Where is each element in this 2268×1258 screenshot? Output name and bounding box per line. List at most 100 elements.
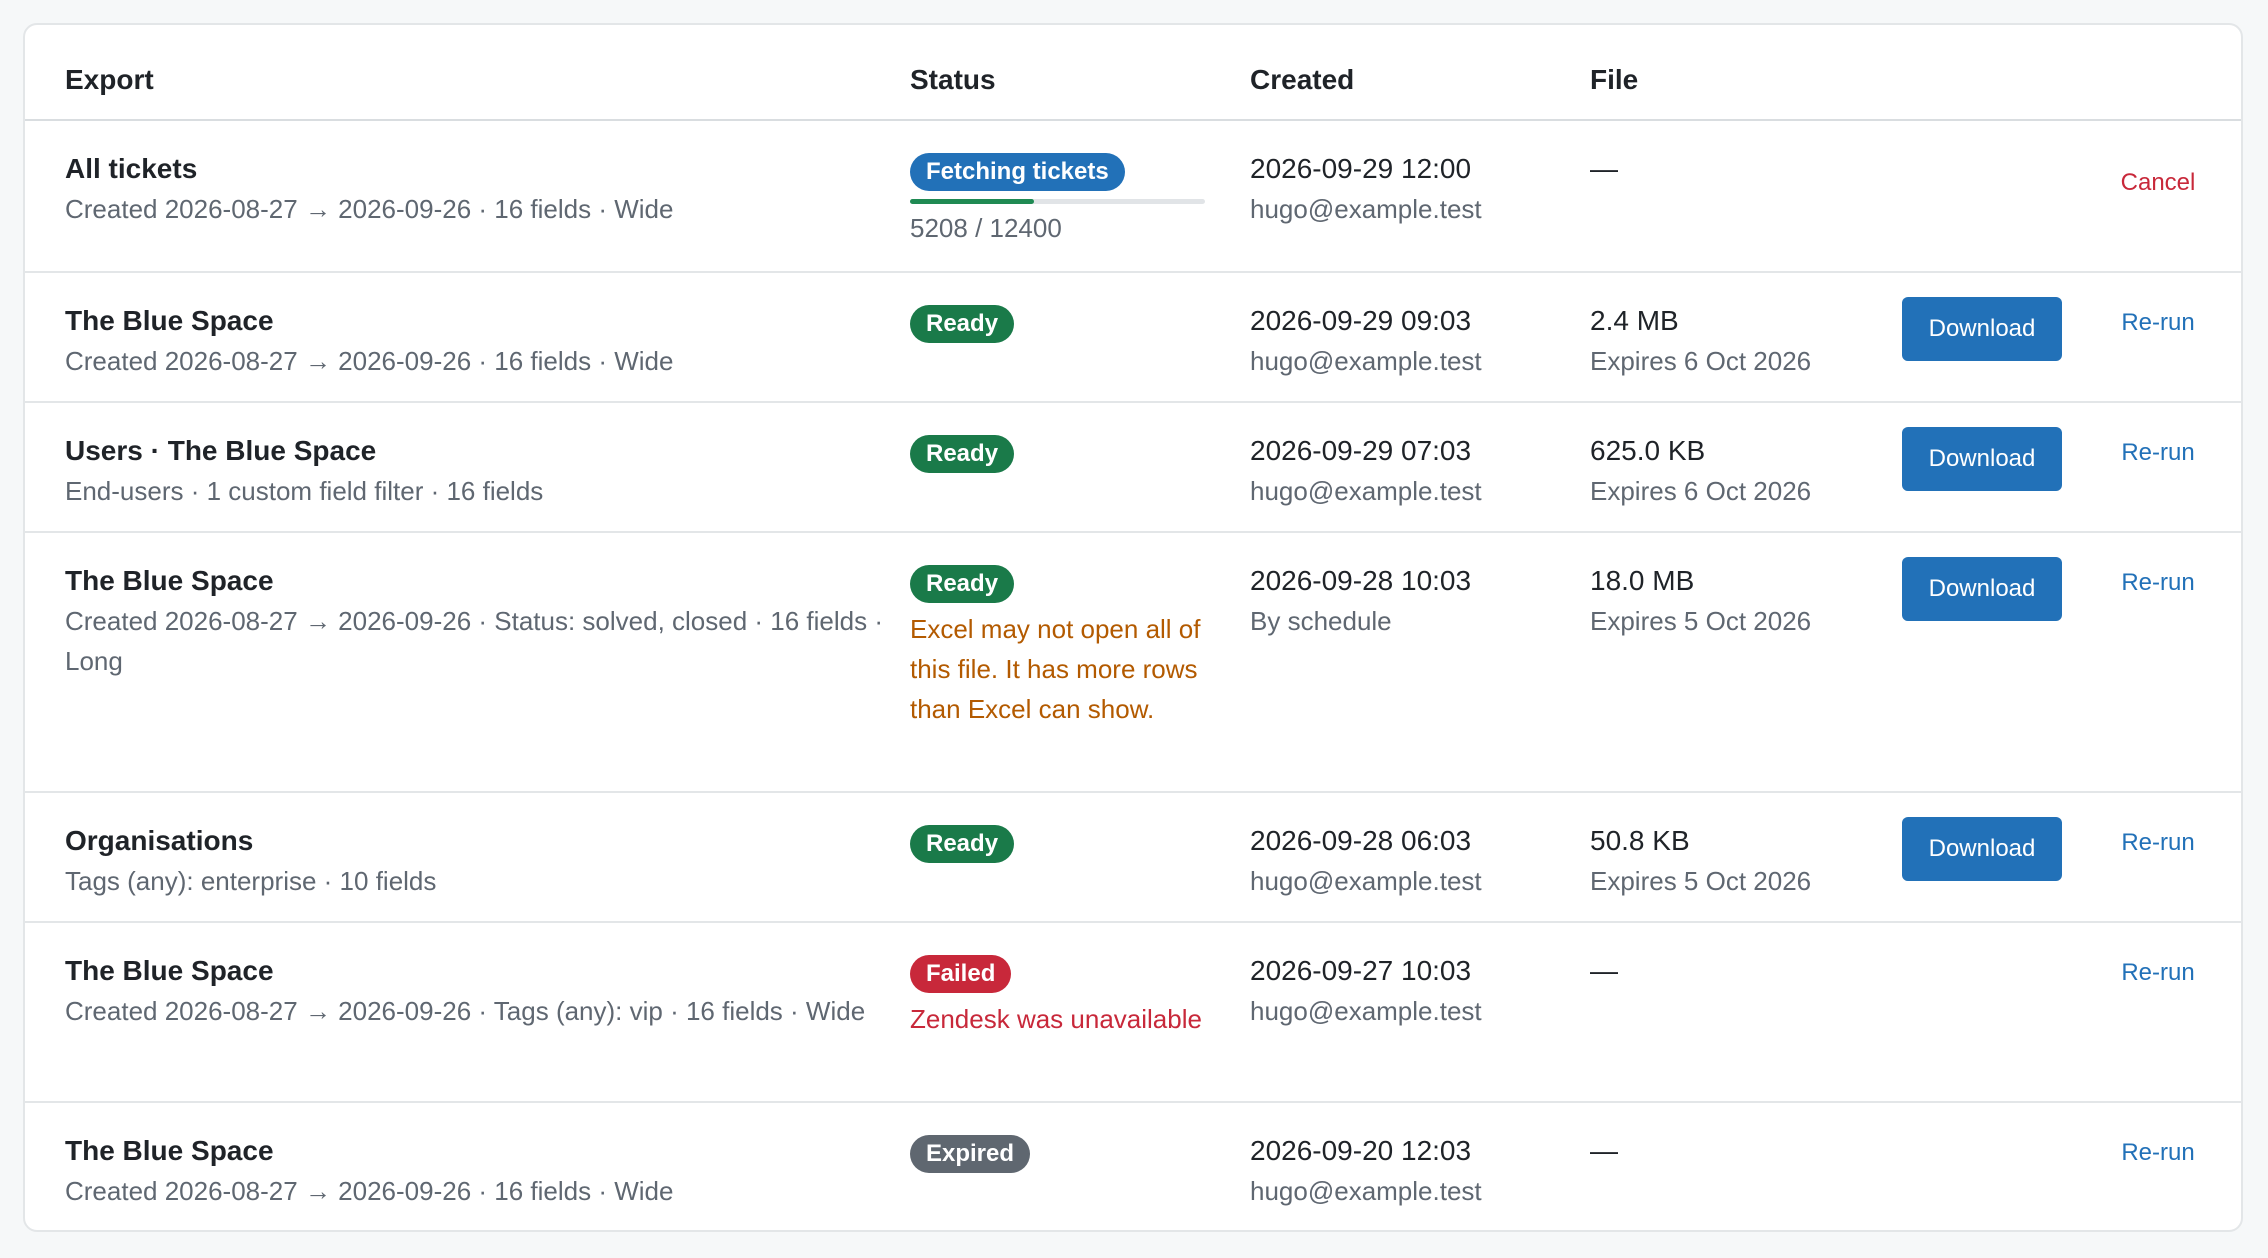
status-cell: Fetching tickets 5208 / 12400 <box>910 153 1210 248</box>
status-cell: Ready <box>910 435 1210 473</box>
rerun-link[interactable]: Re-run <box>2121 569 2194 596</box>
column-header-export: Export <box>65 64 154 95</box>
file-cell: — <box>1590 1131 1880 1171</box>
export-cell: Users · The Blue Space End-users · 1 cust… <box>65 431 885 511</box>
download-cell: Download <box>1902 427 2062 491</box>
file-size: 625.0 KB <box>1590 435 1706 466</box>
export-title: The Blue Space <box>65 955 274 986</box>
created-cell: 2026-09-28 10:03 By schedule <box>1250 561 1570 641</box>
export-title: Users · The Blue Space <box>65 435 377 466</box>
action-cell: Re-run <box>2103 303 2213 343</box>
status-badge: Fetching tickets <box>910 153 1125 191</box>
action-cell: Cancel <box>2103 163 2213 203</box>
table-row: The Blue Space Created 2026-08-27 → 2026-… <box>25 273 2241 403</box>
action-cell: Re-run <box>2103 953 2213 993</box>
created-by: hugo@example.test <box>1250 476 1482 506</box>
column-header-status: Status <box>910 64 996 95</box>
export-cell: The Blue Space Created 2026-08-27 → 2026-… <box>65 561 885 681</box>
export-details: Created 2026-08-27 → 2026-09-26 · Status… <box>65 606 884 676</box>
warning-message: Excel may not open all of this file. It … <box>910 614 1201 724</box>
created-cell: 2026-09-29 09:03 hugo@example.test <box>1250 301 1570 381</box>
download-button[interactable]: Download <box>1902 817 2062 881</box>
created-timestamp: 2026-09-27 10:03 <box>1250 955 1472 986</box>
export-title: The Blue Space <box>65 1135 274 1166</box>
file-size: — <box>1590 153 1618 184</box>
status-badge: Ready <box>910 305 1015 343</box>
table-row: Organisations Tags (any): enterprise · 10… <box>25 793 2241 923</box>
table-row: The Blue Space Created 2026-08-27 → 2026-… <box>25 923 2241 1103</box>
export-title: The Blue Space <box>65 305 274 336</box>
table-row: The Blue Space Created 2026-08-27 → 2026-… <box>25 1103 2241 1230</box>
status-cell: Failed Zendesk was unavailable <box>910 955 1210 1039</box>
action-cell: Re-run <box>2103 563 2213 603</box>
action-cell: Re-run <box>2103 1133 2213 1173</box>
status-badge: Ready <box>910 435 1015 473</box>
created-cell: 2026-09-27 10:03 hugo@example.test <box>1250 951 1570 1031</box>
export-title: All tickets <box>65 153 198 184</box>
export-details: Created 2026-08-27 → 2026-09-26 · 16 fie… <box>65 346 674 376</box>
column-header-created: Created <box>1250 64 1355 95</box>
progress-bar <box>910 199 1205 204</box>
action-cell: Re-run <box>2103 433 2213 473</box>
table-body: All tickets Created 2026-08-27 → 2026-09-… <box>25 121 2241 1230</box>
export-details: Created 2026-08-27 → 2026-09-26 · Tags (… <box>65 996 866 1026</box>
status-cell: Ready <box>910 825 1210 863</box>
file-size: — <box>1590 1135 1618 1166</box>
created-timestamp: 2026-09-29 09:03 <box>1250 305 1472 336</box>
file-cell: — <box>1590 149 1880 189</box>
action-cell: Re-run <box>2103 823 2213 863</box>
status-badge: Ready <box>910 565 1015 603</box>
created-timestamp: 2026-09-29 07:03 <box>1250 435 1472 466</box>
rerun-link[interactable]: Re-run <box>2121 959 2194 986</box>
file-cell: — <box>1590 951 1880 991</box>
created-by: hugo@example.test <box>1250 1176 1482 1206</box>
file-size: 18.0 MB <box>1590 565 1695 596</box>
export-title: The Blue Space <box>65 565 274 596</box>
cancel-link[interactable]: Cancel <box>2121 169 2196 196</box>
export-cell: The Blue Space Created 2026-08-27 → 2026-… <box>65 951 885 1031</box>
export-cell: The Blue Space Created 2026-08-27 → 2026-… <box>65 1131 885 1211</box>
progress-count: 5208 / 12400 <box>910 213 1062 243</box>
created-by: hugo@example.test <box>1250 194 1482 224</box>
export-cell: The Blue Space Created 2026-08-27 → 2026-… <box>65 301 885 381</box>
download-cell: Download <box>1902 557 2062 621</box>
status-badge: Expired <box>910 1135 1031 1173</box>
file-cell: 50.8 KB Expires 5 Oct 2026 <box>1590 821 1880 901</box>
export-cell: All tickets Created 2026-08-27 → 2026-09-… <box>65 149 885 229</box>
rerun-link[interactable]: Re-run <box>2121 1139 2194 1166</box>
created-cell: 2026-09-20 12:03 hugo@example.test <box>1250 1131 1570 1211</box>
table-row: All tickets Created 2026-08-27 → 2026-09-… <box>25 121 2241 273</box>
download-button[interactable]: Download <box>1902 427 2062 491</box>
created-cell: 2026-09-29 07:03 hugo@example.test <box>1250 431 1570 511</box>
file-cell: 625.0 KB Expires 6 Oct 2026 <box>1590 431 1880 511</box>
file-size: — <box>1590 955 1618 986</box>
download-button[interactable]: Download <box>1902 557 2062 621</box>
created-timestamp: 2026-09-28 10:03 <box>1250 565 1472 596</box>
table-row: The Blue Space Created 2026-08-27 → 2026-… <box>25 533 2241 793</box>
download-cell: Download <box>1902 297 2062 361</box>
column-header-file: File <box>1590 64 1639 95</box>
error-message: Zendesk was unavailable <box>910 1004 1202 1034</box>
rerun-link[interactable]: Re-run <box>2121 439 2194 466</box>
rerun-link[interactable]: Re-run <box>2121 829 2194 856</box>
file-cell: 2.4 MB Expires 6 Oct 2026 <box>1590 301 1880 381</box>
export-details: Created 2026-08-27 → 2026-09-26 · 16 fie… <box>65 1176 674 1206</box>
created-cell: 2026-09-28 06:03 hugo@example.test <box>1250 821 1570 901</box>
rerun-link[interactable]: Re-run <box>2121 309 2194 336</box>
created-timestamp: 2026-09-29 12:00 <box>1250 153 1472 184</box>
status-cell: Ready Excel may not open all of this file… <box>910 565 1210 729</box>
download-button[interactable]: Download <box>1902 297 2062 361</box>
file-expiry: Expires 6 Oct 2026 <box>1590 476 1812 506</box>
created-cell: 2026-09-29 12:00 hugo@example.test <box>1250 149 1570 229</box>
status-badge: Ready <box>910 825 1015 863</box>
file-cell: 18.0 MB Expires 5 Oct 2026 <box>1590 561 1880 641</box>
export-details: End-users · 1 custom field filter · 16 f… <box>65 476 544 506</box>
exports-table: Export Status Created File All tickets Cr… <box>23 23 2243 1232</box>
table-header-row: Export Status Created File <box>25 25 2241 121</box>
export-details: Tags (any): enterprise · 10 fields <box>65 866 437 896</box>
file-size: 2.4 MB <box>1590 305 1679 336</box>
status-badge: Failed <box>910 955 1012 993</box>
file-size: 50.8 KB <box>1590 825 1690 856</box>
export-title: Organisations <box>65 825 254 856</box>
status-cell: Ready <box>910 305 1210 343</box>
